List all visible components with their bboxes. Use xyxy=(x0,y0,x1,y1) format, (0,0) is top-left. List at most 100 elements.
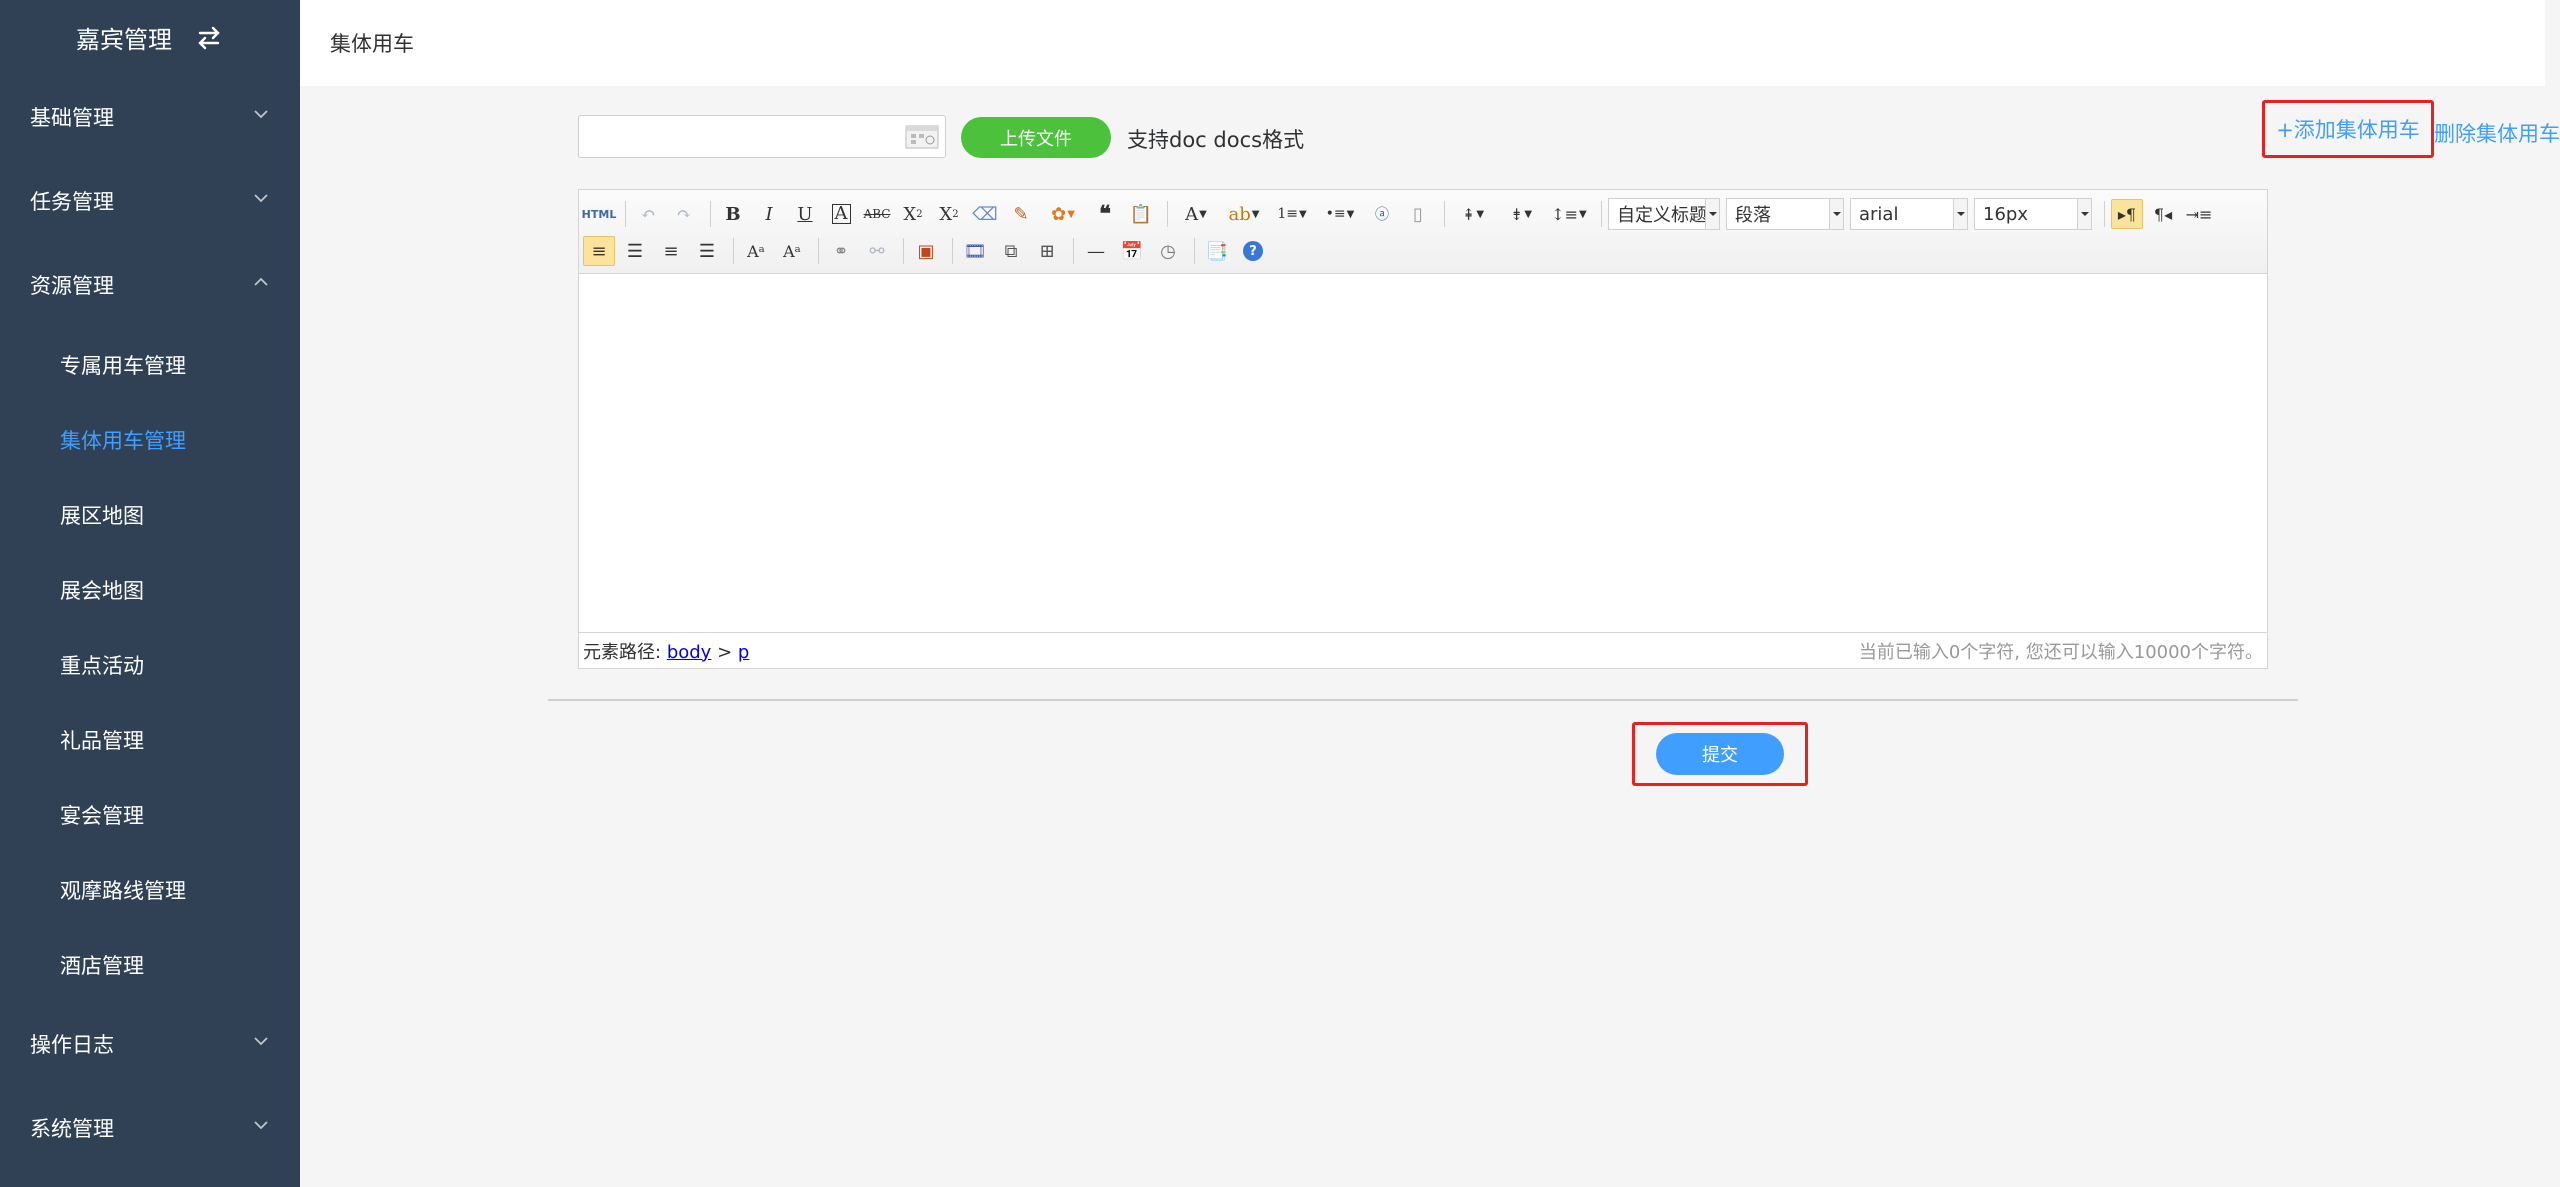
breadcrumb: 集体用车 xyxy=(330,32,414,56)
clear-document-icon[interactable]: ▯ xyxy=(1402,199,1434,229)
font-size-select[interactable]: 16px xyxy=(1974,198,2092,230)
dropdown-icon xyxy=(1953,199,1967,229)
sidebar-item-hotel[interactable]: 酒店管理 xyxy=(0,927,300,1002)
horizontal-rule-icon[interactable]: — xyxy=(1080,236,1112,266)
html-source-button[interactable]: HTML xyxy=(582,199,617,229)
sidebar-item-banquet[interactable]: 宴会管理 xyxy=(0,777,300,852)
strikethrough-icon[interactable]: ABC xyxy=(861,199,893,229)
undo-icon[interactable]: ↶ xyxy=(632,199,664,229)
link-icon[interactable]: ⚭ xyxy=(825,236,857,266)
row-spacing-top-icon[interactable]: ⇞ ▼ xyxy=(1451,199,1495,229)
custom-title-select[interactable]: 自定义标题 xyxy=(1608,198,1720,230)
chevron-up-icon xyxy=(254,277,268,286)
element-path-body-link[interactable]: body xyxy=(667,642,712,663)
date-icon[interactable]: 📅 xyxy=(1116,236,1148,266)
toolbar-separator xyxy=(903,238,904,264)
video-icon[interactable]: 🎞 xyxy=(959,236,991,266)
redo-icon[interactable]: ↷ xyxy=(668,199,700,229)
ordered-list-icon[interactable]: 1≡ ▼ xyxy=(1270,199,1314,229)
sidebar-item-tour-route[interactable]: 观摩路线管理 xyxy=(0,852,300,927)
menu-operation-log[interactable]: 操作日志 xyxy=(0,1002,300,1086)
file-picker-icon[interactable] xyxy=(905,125,939,149)
toolbar-separator xyxy=(1194,238,1195,264)
sidebar-item-exhibition-area-map[interactable]: 展区地图 xyxy=(0,477,300,552)
direction-ltr-icon[interactable]: ▸¶ xyxy=(2111,199,2143,229)
time-icon[interactable]: ◷ xyxy=(1152,236,1184,266)
select-value: 自定义标题 xyxy=(1617,205,1707,226)
submit-highlight: 提交 xyxy=(1632,722,1808,786)
format-brush-icon[interactable]: ✎ xyxy=(1005,199,1037,229)
font-family-select[interactable]: arial xyxy=(1850,198,1968,230)
underline-icon[interactable]: U xyxy=(789,199,821,229)
sidebar-item-exhibition-map[interactable]: 展会地图 xyxy=(0,552,300,627)
sidebar-item-key-events[interactable]: 重点活动 xyxy=(0,627,300,702)
form-divider xyxy=(548,699,2298,701)
sidebar: 嘉宾管理 基础管理 任务管理 资源管理 专属用车管理 集体用车管理 展区地图 展… xyxy=(0,0,300,1187)
sidebar-brand: 嘉宾管理 xyxy=(0,0,300,75)
toolbar-separator xyxy=(733,238,734,264)
to-uppercase-icon[interactable]: Aᵃ xyxy=(740,236,772,266)
select-value: 16px xyxy=(1983,203,2028,225)
superscript-icon[interactable]: X2 xyxy=(897,199,929,229)
align-center-icon[interactable]: ☰ xyxy=(619,236,651,266)
menu-label: 资源管理 xyxy=(30,274,114,298)
submit-button[interactable]: 提交 xyxy=(1656,733,1784,775)
align-right-icon[interactable]: ≡ xyxy=(655,236,687,266)
menu-system[interactable]: 系统管理 xyxy=(0,1086,300,1170)
select-all-icon[interactable]: ⓐ xyxy=(1366,199,1398,229)
indent-icon[interactable]: ⇥≡ xyxy=(2183,199,2215,229)
insert-frame-icon[interactable]: ⧉ xyxy=(995,236,1027,266)
delete-group-car-link[interactable]: 删除集体用车 xyxy=(2434,118,2560,148)
toolbar-separator xyxy=(710,201,711,227)
menu-basic[interactable]: 基础管理 xyxy=(0,75,300,159)
upload-format-hint: 支持doc docs格式 xyxy=(1127,128,1305,152)
font-color-icon[interactable]: A ▼ xyxy=(1174,199,1218,229)
select-value: 段落 xyxy=(1735,205,1771,226)
sidebar-item-gifts[interactable]: 礼品管理 xyxy=(0,702,300,777)
chevron-down-icon xyxy=(254,1037,268,1046)
page-break-icon[interactable]: ⊞ xyxy=(1031,236,1063,266)
file-input[interactable] xyxy=(578,115,946,158)
blockquote-icon[interactable]: ❝ xyxy=(1089,199,1121,229)
help-icon[interactable]: ? xyxy=(1237,236,1269,266)
chevron-down-icon xyxy=(254,110,268,119)
sidebar-title: 嘉宾管理 xyxy=(76,26,172,54)
sidebar-item-exclusive-car[interactable]: 专属用车管理 xyxy=(0,327,300,402)
menu-label: 系统管理 xyxy=(30,1117,114,1141)
paragraph-select[interactable]: 段落 xyxy=(1726,198,1844,230)
bold-icon[interactable]: B xyxy=(717,199,749,229)
word-counter: 当前已输入0个字符, 您还可以输入10000个字符。 xyxy=(1858,641,2263,663)
add-group-car-link[interactable]: +添加集体用车 xyxy=(2262,100,2434,158)
align-left-icon[interactable]: ≡ xyxy=(583,236,615,266)
toolbar-separator xyxy=(818,238,819,264)
menu-resource[interactable]: 资源管理 xyxy=(0,243,300,327)
chevron-down-icon xyxy=(254,194,268,203)
menu-task[interactable]: 任务管理 xyxy=(0,159,300,243)
editor-content-area[interactable] xyxy=(579,274,2267,632)
menu-label: 操作日志 xyxy=(30,1033,114,1057)
to-lowercase-icon[interactable]: Aᵃ xyxy=(776,236,808,266)
font-border-icon[interactable]: A xyxy=(825,199,857,229)
toolbar-row-1: HTML ↶ ↷ B I U A ABC X2 X2 ⌫ ✎ ✿ ▼ ❝ 📋 A ▼… xyxy=(582,197,2219,231)
element-path-p-link[interactable]: p xyxy=(738,642,749,663)
upload-file-button[interactable]: 上传文件 xyxy=(961,117,1111,158)
resource-submenu: 专属用车管理 集体用车管理 展区地图 展会地图 重点活动 礼品管理 宴会管理 观… xyxy=(0,327,300,1002)
paste-plain-icon[interactable]: 📋 xyxy=(1125,199,1157,229)
align-justify-icon[interactable]: ☰ xyxy=(691,236,723,266)
subscript-icon[interactable]: X2 xyxy=(933,199,965,229)
background-color-icon[interactable]: ab ▼ xyxy=(1222,199,1266,229)
auto-format-icon[interactable]: ✿ ▼ xyxy=(1041,199,1085,229)
row-spacing-bottom-icon[interactable]: ⇟ ▼ xyxy=(1499,199,1543,229)
sidebar-item-group-car[interactable]: 集体用车管理 xyxy=(0,402,300,477)
italic-icon[interactable]: I xyxy=(753,199,785,229)
unlink-icon[interactable]: ⚯ xyxy=(861,236,893,266)
line-height-icon[interactable]: ↕≡ ▼ xyxy=(1547,199,1591,229)
image-icon[interactable]: ▣ xyxy=(910,236,942,266)
eraser-icon[interactable]: ⌫ xyxy=(969,199,1001,229)
element-path-separator: > xyxy=(717,641,733,663)
direction-rtl-icon[interactable]: ¶◂ xyxy=(2147,199,2179,229)
dropdown-icon xyxy=(1829,199,1843,229)
switch-icon[interactable] xyxy=(194,23,224,53)
template-icon[interactable]: 📑 xyxy=(1201,236,1233,266)
unordered-list-icon[interactable]: •≡ ▼ xyxy=(1318,199,1362,229)
